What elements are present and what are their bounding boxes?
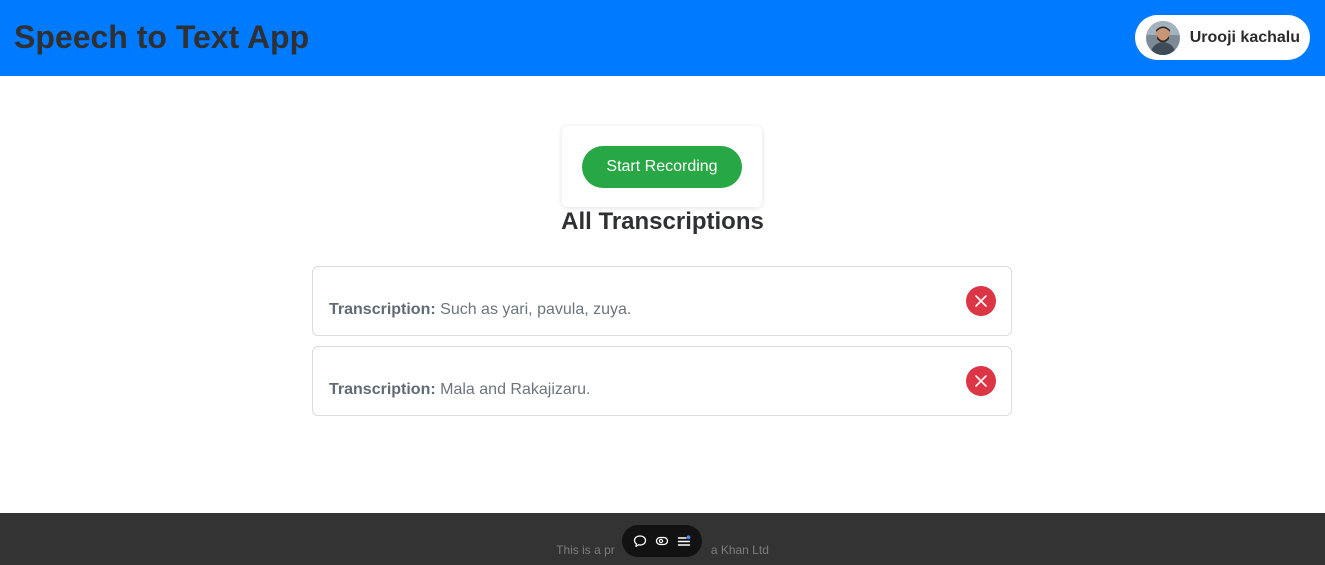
user-name: Urooji kachalu <box>1189 28 1300 46</box>
transcription-list: Transcription: Such as yari, pavula, zuy… <box>312 266 1012 426</box>
delete-transcription-button[interactable] <box>966 366 996 396</box>
start-recording-button[interactable]: Start Recording <box>582 146 742 188</box>
delete-transcription-button[interactable] <box>966 286 996 316</box>
app-header: Speech to Text App Urooji kachalu <box>0 0 1325 76</box>
transcription-label: Transcription: <box>329 301 436 318</box>
transcription-text: Transcription: Such as yari, pavula, zuy… <box>329 301 631 319</box>
transcription-value: Such as yari, pavula, zuya. <box>440 301 632 318</box>
user-profile-chip[interactable]: Urooji kachalu <box>1134 15 1310 60</box>
footer-text-right: a Khan Ltd <box>710 543 769 557</box>
floating-toolbar <box>622 525 702 557</box>
avatar[interactable] <box>1145 20 1180 55</box>
transcription-value: Mala and Rakajizaru. <box>440 381 591 398</box>
menu-icon[interactable] <box>676 533 692 549</box>
recorder-card: Start Recording <box>562 126 762 207</box>
chat-bubble-icon[interactable] <box>632 533 648 549</box>
app-title: Speech to Text App <box>14 19 310 55</box>
close-icon <box>975 295 987 307</box>
transcriptions-heading: All Transcriptions <box>561 208 764 235</box>
transcription-item: Transcription: Such as yari, pavula, zuy… <box>312 266 1012 336</box>
footer-text-left: This is a pr <box>556 543 615 557</box>
eye-icon[interactable] <box>654 533 670 549</box>
transcription-label: Transcription: <box>329 381 436 398</box>
close-icon <box>975 375 987 387</box>
transcription-text: Transcription: Mala and Rakajizaru. <box>329 381 590 399</box>
transcription-item: Transcription: Mala and Rakajizaru. <box>312 346 1012 416</box>
